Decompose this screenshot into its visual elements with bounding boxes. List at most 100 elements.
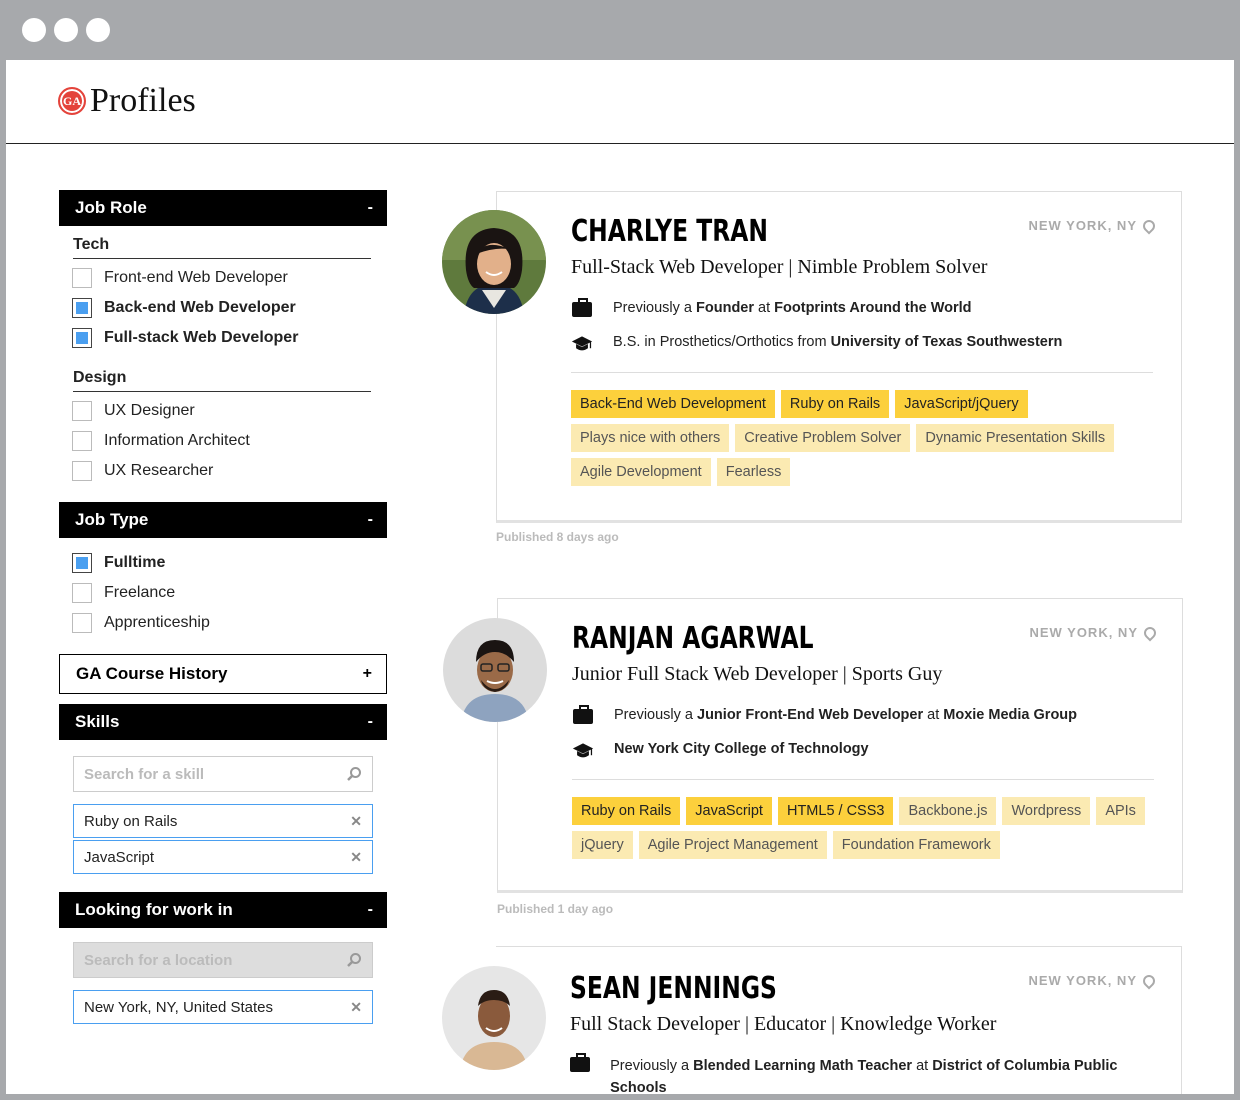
- checkbox-icon[interactable]: [72, 583, 92, 603]
- location-text: NEW YORK, NY: [1028, 973, 1137, 988]
- graduation-cap-icon: [571, 336, 593, 351]
- skill-tag[interactable]: Agile Development: [571, 458, 711, 486]
- skill-tag[interactable]: JavaScript/jQuery: [895, 390, 1028, 418]
- profile-card[interactable]: CHARLYE TRAN NEW YORK, NY Full-Stack Web…: [496, 191, 1182, 523]
- work-prefix: Previously a: [613, 300, 697, 316]
- skill-tags: Back-End Web Development Ruby on Rails J…: [571, 390, 1161, 486]
- checkbox-icon[interactable]: [72, 268, 92, 288]
- skill-search-input[interactable]: Search for a skill: [73, 756, 373, 792]
- collapse-toggle[interactable]: -: [368, 199, 373, 217]
- checkbox-freelance[interactable]: Freelance: [59, 578, 387, 608]
- checkbox-label: Freelance: [104, 584, 176, 601]
- skill-tag[interactable]: HTML5 / CSS3: [777, 797, 894, 825]
- skill-tag[interactable]: Dynamic Presentation Skills: [916, 424, 1115, 452]
- filter-header-job-role[interactable]: Job Role -: [59, 190, 387, 226]
- checkbox-icon[interactable]: [72, 431, 92, 451]
- collapse-toggle[interactable]: -: [368, 901, 373, 919]
- card-divider: [571, 372, 1153, 373]
- skill-tag[interactable]: Ruby on Rails: [572, 797, 681, 825]
- skill-tag[interactable]: Foundation Framework: [832, 831, 1000, 859]
- checkbox-fullstack[interactable]: Full-stack Web Developer: [59, 323, 387, 353]
- checkbox-backend[interactable]: Back-end Web Developer: [59, 293, 387, 323]
- briefcase-icon: [572, 298, 592, 317]
- profile-location: NEW YORK, NY: [1028, 972, 1158, 989]
- filter-header-label: GA Course History: [76, 664, 228, 683]
- checkbox-information-architect[interactable]: Information Architect: [59, 426, 387, 456]
- chip-label: New York, NY, United States: [84, 998, 273, 1016]
- skill-tag[interactable]: Fearless: [716, 458, 791, 486]
- checkbox-icon[interactable]: [72, 401, 92, 421]
- skill-tag[interactable]: APIs: [1096, 797, 1145, 825]
- profile-name[interactable]: SEAN JENNINGS: [570, 971, 777, 1006]
- work-role: Junior Front-End Web Developer: [697, 707, 924, 723]
- work-prefix: Previously a: [614, 707, 698, 723]
- site-logo[interactable]: GA Profiles: [58, 82, 196, 120]
- skill-tag[interactable]: Backbone.js: [899, 797, 997, 825]
- checkbox-icon[interactable]: [72, 461, 92, 481]
- checkbox-label: Information Architect: [104, 432, 250, 449]
- profile-card[interactable]: SEAN JENNINGS NEW YORK, NY Full Stack De…: [496, 946, 1182, 1094]
- work-org: Footprints Around the World: [774, 300, 972, 316]
- checkbox-apprenticeship[interactable]: Apprenticeship: [59, 608, 387, 638]
- selected-skill-chip: Ruby on Rails ✕: [73, 804, 373, 838]
- filter-header-course-history[interactable]: GA Course History +: [59, 654, 387, 694]
- collapse-toggle[interactable]: -: [368, 511, 373, 529]
- profile-name[interactable]: RANJAN AGARWAL: [572, 621, 813, 656]
- filter-header-job-type[interactable]: Job Type -: [59, 502, 387, 538]
- checkbox-label: UX Researcher: [104, 462, 214, 479]
- search-icon: [347, 953, 361, 967]
- expand-toggle[interactable]: +: [363, 665, 372, 683]
- collapse-toggle[interactable]: -: [368, 713, 373, 731]
- checkbox-icon[interactable]: [72, 553, 92, 573]
- skill-tag[interactable]: Plays nice with others: [571, 424, 730, 452]
- search-icon: [347, 767, 361, 781]
- window-dot[interactable]: [54, 18, 78, 42]
- profile-location: NEW YORK, NY: [1029, 624, 1159, 641]
- work-role: Founder: [696, 300, 755, 316]
- skill-tag[interactable]: Wordpress: [1002, 797, 1091, 825]
- profile-name[interactable]: CHARLYE TRAN: [571, 214, 768, 249]
- skill-tag[interactable]: Agile Project Management: [638, 831, 827, 859]
- filter-header-location[interactable]: Looking for work in -: [59, 892, 387, 928]
- remove-icon[interactable]: ✕: [350, 849, 362, 866]
- filter-group-design: Design: [73, 369, 371, 392]
- location-pin-icon: [1141, 624, 1159, 641]
- checkbox-icon[interactable]: [72, 613, 92, 633]
- browser-window: GA Profiles Job Role - Tech Front-end We…: [6, 60, 1234, 1094]
- work-history: Previously a Founder at Footprints Aroun…: [571, 298, 972, 317]
- work-role: Blended Learning Math Teacher: [693, 1058, 913, 1074]
- profile-avatar[interactable]: [442, 966, 546, 1070]
- window-dot[interactable]: [86, 18, 110, 42]
- skill-tag[interactable]: JavaScript: [686, 797, 772, 825]
- checkbox-ux-designer[interactable]: UX Designer: [59, 396, 387, 426]
- profile-avatar[interactable]: [443, 618, 547, 722]
- checkbox-frontend[interactable]: Front-end Web Developer: [59, 263, 387, 293]
- selected-location-chip: New York, NY, United States ✕: [73, 990, 373, 1024]
- skill-tag[interactable]: Back-End Web Development: [571, 390, 775, 418]
- profile-avatar[interactable]: [442, 210, 546, 314]
- graduation-cap-icon: [572, 743, 594, 758]
- window-dot[interactable]: [22, 18, 46, 42]
- location-pin-icon: [1140, 972, 1158, 989]
- chip-label: JavaScript: [84, 848, 155, 866]
- profile-card[interactable]: RANJAN AGARWAL NEW YORK, NY Junior Full …: [497, 598, 1183, 893]
- skill-tag[interactable]: Ruby on Rails: [780, 390, 890, 418]
- skill-tags: Ruby on Rails JavaScript HTML5 / CSS3 Ba…: [572, 797, 1162, 859]
- skill-tag[interactable]: jQuery: [572, 831, 633, 859]
- edu-school: New York City College of Technology: [614, 741, 869, 757]
- filter-header-skills[interactable]: Skills -: [59, 704, 387, 740]
- checkbox-ux-researcher[interactable]: UX Researcher: [59, 456, 387, 486]
- profile-location: NEW YORK, NY: [1028, 217, 1158, 234]
- checkbox-fulltime[interactable]: Fulltime: [59, 548, 387, 578]
- skill-tag[interactable]: Creative Problem Solver: [735, 424, 911, 452]
- location-search-input[interactable]: Search for a location: [73, 942, 373, 978]
- checkbox-icon[interactable]: [72, 298, 92, 318]
- checkbox-icon[interactable]: [72, 328, 92, 348]
- checkbox-label: Apprenticeship: [104, 614, 210, 631]
- avatar-photo: [443, 618, 547, 722]
- card-divider: [572, 779, 1154, 780]
- filter-group-tech: Tech: [73, 236, 371, 259]
- work-org: Moxie Media Group: [943, 707, 1078, 723]
- remove-icon[interactable]: ✕: [350, 999, 362, 1016]
- remove-icon[interactable]: ✕: [350, 813, 362, 830]
